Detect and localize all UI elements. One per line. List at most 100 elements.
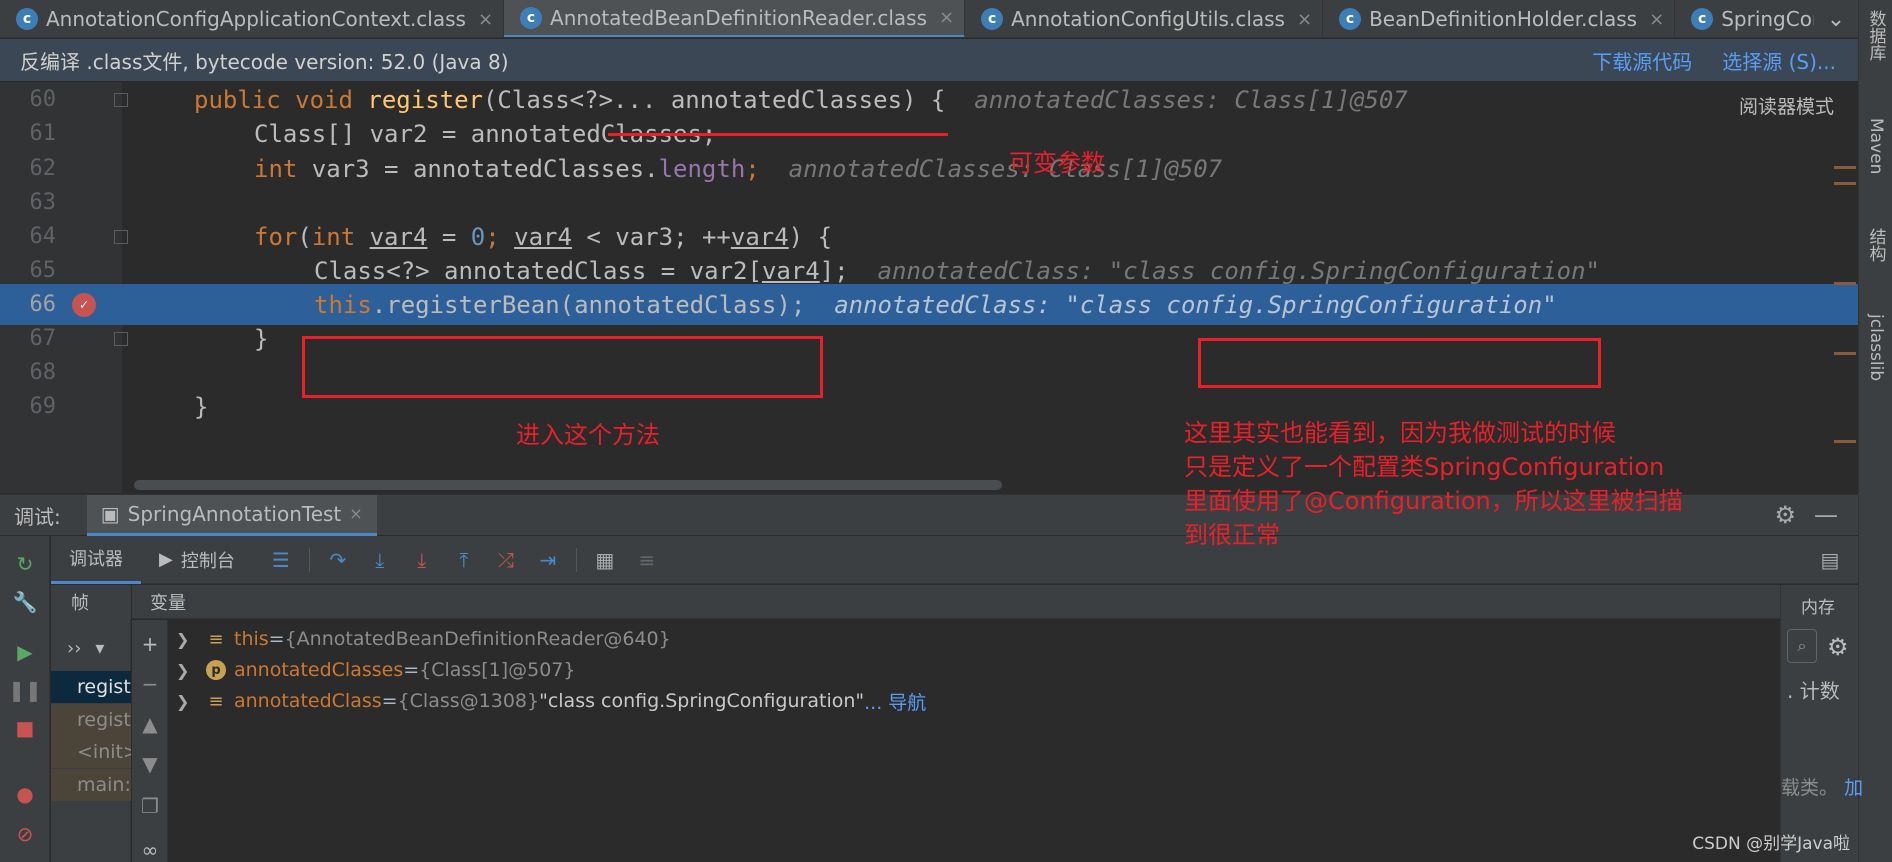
close-icon[interactable]: ×	[1649, 9, 1664, 30]
banner-text: 反编译 .class文件, bytecode version: 52.0 (Ja…	[20, 49, 509, 74]
load-classes-link[interactable]: 加	[1844, 777, 1863, 799]
annotation-explanation-line: 里面使用了@Configuration，所以这里被扫描	[1184, 487, 1683, 515]
memory-panel: 内存 ⌕ ⚙ . 计数 载类。 加	[1780, 585, 1863, 862]
error-stripe-mark[interactable]	[1834, 166, 1856, 169]
line-number: 64	[29, 224, 57, 249]
variables-gutter: + − ▲ ▼ ❐ ∞	[132, 620, 168, 862]
variable-type: {Class[1]@507}	[419, 659, 576, 681]
wrench-icon[interactable]: 🔧	[13, 590, 38, 614]
trace-stream-icon[interactable]: ≡	[633, 546, 661, 574]
error-stripe-mark[interactable]	[1834, 352, 1856, 355]
expand-arrow-icon[interactable]: ❯	[176, 630, 206, 649]
force-step-into-icon[interactable]: ⤓	[408, 546, 436, 574]
close-icon[interactable]: ×	[349, 504, 362, 523]
tab-label: AnnotationConfigUtils.class	[1011, 7, 1285, 31]
tab-debugger[interactable]: 调试器	[51, 536, 141, 584]
field-icon: ≡	[208, 628, 224, 650]
move-down-icon[interactable]: ▼	[140, 752, 160, 776]
annotation-explanation-line: 只是定义了一个配置类SpringConfiguration	[1184, 453, 1665, 481]
breakpoint-icon[interactable]: ✓	[72, 292, 96, 317]
line-number: 61	[29, 121, 57, 146]
maven-tool-button[interactable]: Maven	[1863, 118, 1889, 174]
layout-icon[interactable]: ▤	[1816, 546, 1844, 574]
fold-marker-icon[interactable]	[114, 92, 128, 107]
search-icon[interactable]: ⌕	[1787, 629, 1817, 663]
annotation-varargs: 可变参数	[1009, 149, 1105, 177]
annotation-box-register-call	[302, 336, 823, 398]
count-column-header[interactable]: . 计数	[1787, 675, 1840, 704]
run-to-cursor-icon[interactable]: ⇥	[534, 546, 562, 574]
expand-arrow-icon[interactable]: ❯	[176, 661, 206, 680]
hide-panel-icon[interactable]: —	[1814, 501, 1838, 529]
fold-marker-icon[interactable]	[114, 229, 128, 244]
line-number: 60	[29, 87, 57, 112]
inline-debug-hint: annotatedClass: "class config.SpringConf…	[877, 256, 1601, 285]
mute-breakpoints-icon[interactable]: ⊘	[13, 822, 37, 846]
fold-marker-icon[interactable]	[114, 331, 128, 346]
frames-header: 帧	[51, 585, 131, 619]
class-file-icon: c	[1339, 8, 1362, 30]
error-stripe-mark[interactable]	[1834, 182, 1856, 185]
tab-annotation-config-application-context[interactable]: c AnnotationConfigApplicationContext.cla…	[0, 0, 505, 37]
structure-tool-button[interactable]: 结构	[1863, 228, 1889, 262]
drop-frame-icon[interactable]: ⤮	[492, 546, 520, 574]
close-icon[interactable]: ×	[478, 9, 493, 30]
code-text: for(int var4 = 0; var4 < var3; ++var4) {	[254, 222, 833, 251]
navigate-link[interactable]: ... 导航	[864, 688, 926, 715]
tab-annotation-config-utils[interactable]: c AnnotationConfigUtils.class ×	[965, 0, 1324, 37]
gear-icon[interactable]: ⚙	[1827, 633, 1849, 661]
annotation-enter-method: 进入这个方法	[516, 421, 660, 449]
variables-header: 变量	[132, 585, 1780, 619]
tab-overflow-chevron-icon[interactable]: ⌄	[1814, 0, 1858, 37]
close-icon[interactable]: ×	[939, 7, 954, 28]
variable-name: annotatedClass	[234, 690, 382, 712]
error-stripe-mark[interactable]	[1834, 440, 1856, 443]
remove-watch-icon[interactable]: −	[140, 672, 160, 696]
choose-sources-link[interactable]: 选择源 (S)...	[1722, 46, 1836, 75]
code-text: Class<?> annotatedClass = var2[var4]; an…	[314, 256, 1601, 285]
step-out-icon[interactable]: ⤒	[450, 546, 478, 574]
horizontal-scrollbar[interactable]	[134, 480, 1002, 490]
menu-lines-icon[interactable]: ☰	[267, 546, 295, 574]
frame-item[interactable]: regist	[51, 671, 131, 703]
variable-row[interactable]: ❯ p annotatedClasses = {Class[1]@507}	[176, 655, 575, 685]
run-config-label: SpringAnnotationTest	[127, 501, 342, 526]
class-file-icon: c	[520, 6, 543, 29]
jclasslib-tool-button[interactable]: jclasslib	[1863, 314, 1889, 381]
tab-console[interactable]: ▶ 控制台	[141, 536, 253, 584]
glasses-icon[interactable]: ∞	[140, 838, 160, 862]
frame-item[interactable]: <init>	[51, 736, 131, 768]
memory-hint-text: 载类。 加	[1781, 777, 1864, 799]
right-tool-stripe: 数据库 Maven 结构 jclasslib	[1858, 0, 1892, 862]
download-sources-link[interactable]: 下载源代码	[1592, 46, 1692, 75]
class-file-icon: c	[981, 8, 1004, 30]
variable-row[interactable]: ❯ ≡ annotatedClass = {Class@1308} "class…	[176, 686, 926, 716]
view-breakpoints-icon[interactable]: ●	[13, 782, 37, 806]
database-tool-button[interactable]: 数据库	[1863, 10, 1889, 61]
close-icon[interactable]: ×	[1297, 9, 1312, 30]
run-config-tab[interactable]: ▣ SpringAnnotationTest ×	[86, 494, 377, 536]
stop-icon[interactable]: ■	[13, 716, 37, 740]
error-stripe-mark[interactable]	[1834, 282, 1856, 285]
add-watch-icon[interactable]: +	[140, 632, 160, 656]
line-number: 65	[29, 258, 57, 283]
step-over-icon[interactable]: ↷	[324, 546, 352, 574]
evaluate-expression-icon[interactable]: ▦	[591, 546, 619, 574]
thread-selector-icon[interactable]: ››	[67, 638, 81, 659]
frame-item[interactable]: regist	[51, 704, 131, 736]
code-text: this.registerBean(annotatedClass); annot…	[314, 290, 1557, 319]
variable-value: "class config.SpringConfiguration"	[539, 690, 865, 712]
tab-bean-definition-holder[interactable]: c BeanDefinitionHolder.class ×	[1323, 0, 1676, 37]
pause-icon[interactable]: ❚❚	[8, 678, 42, 702]
resume-icon[interactable]: ▶	[13, 640, 37, 664]
chevron-down-icon[interactable]: ▾	[95, 638, 104, 659]
rerun-icon[interactable]: ↻	[13, 552, 37, 576]
step-into-icon[interactable]: ⤓	[366, 546, 394, 574]
expand-arrow-icon[interactable]: ❯	[176, 692, 206, 711]
gear-icon[interactable]: ⚙	[1774, 501, 1796, 529]
variable-row[interactable]: ❯ ≡ this = {AnnotatedBeanDefinitionReade…	[176, 624, 671, 654]
frame-item[interactable]: main:	[51, 769, 131, 801]
move-up-icon[interactable]: ▲	[140, 712, 160, 736]
copy-icon[interactable]: ❐	[140, 794, 160, 818]
tab-annotated-bean-definition-reader[interactable]: c AnnotatedBeanDefinitionReader.class ×	[504, 0, 966, 37]
